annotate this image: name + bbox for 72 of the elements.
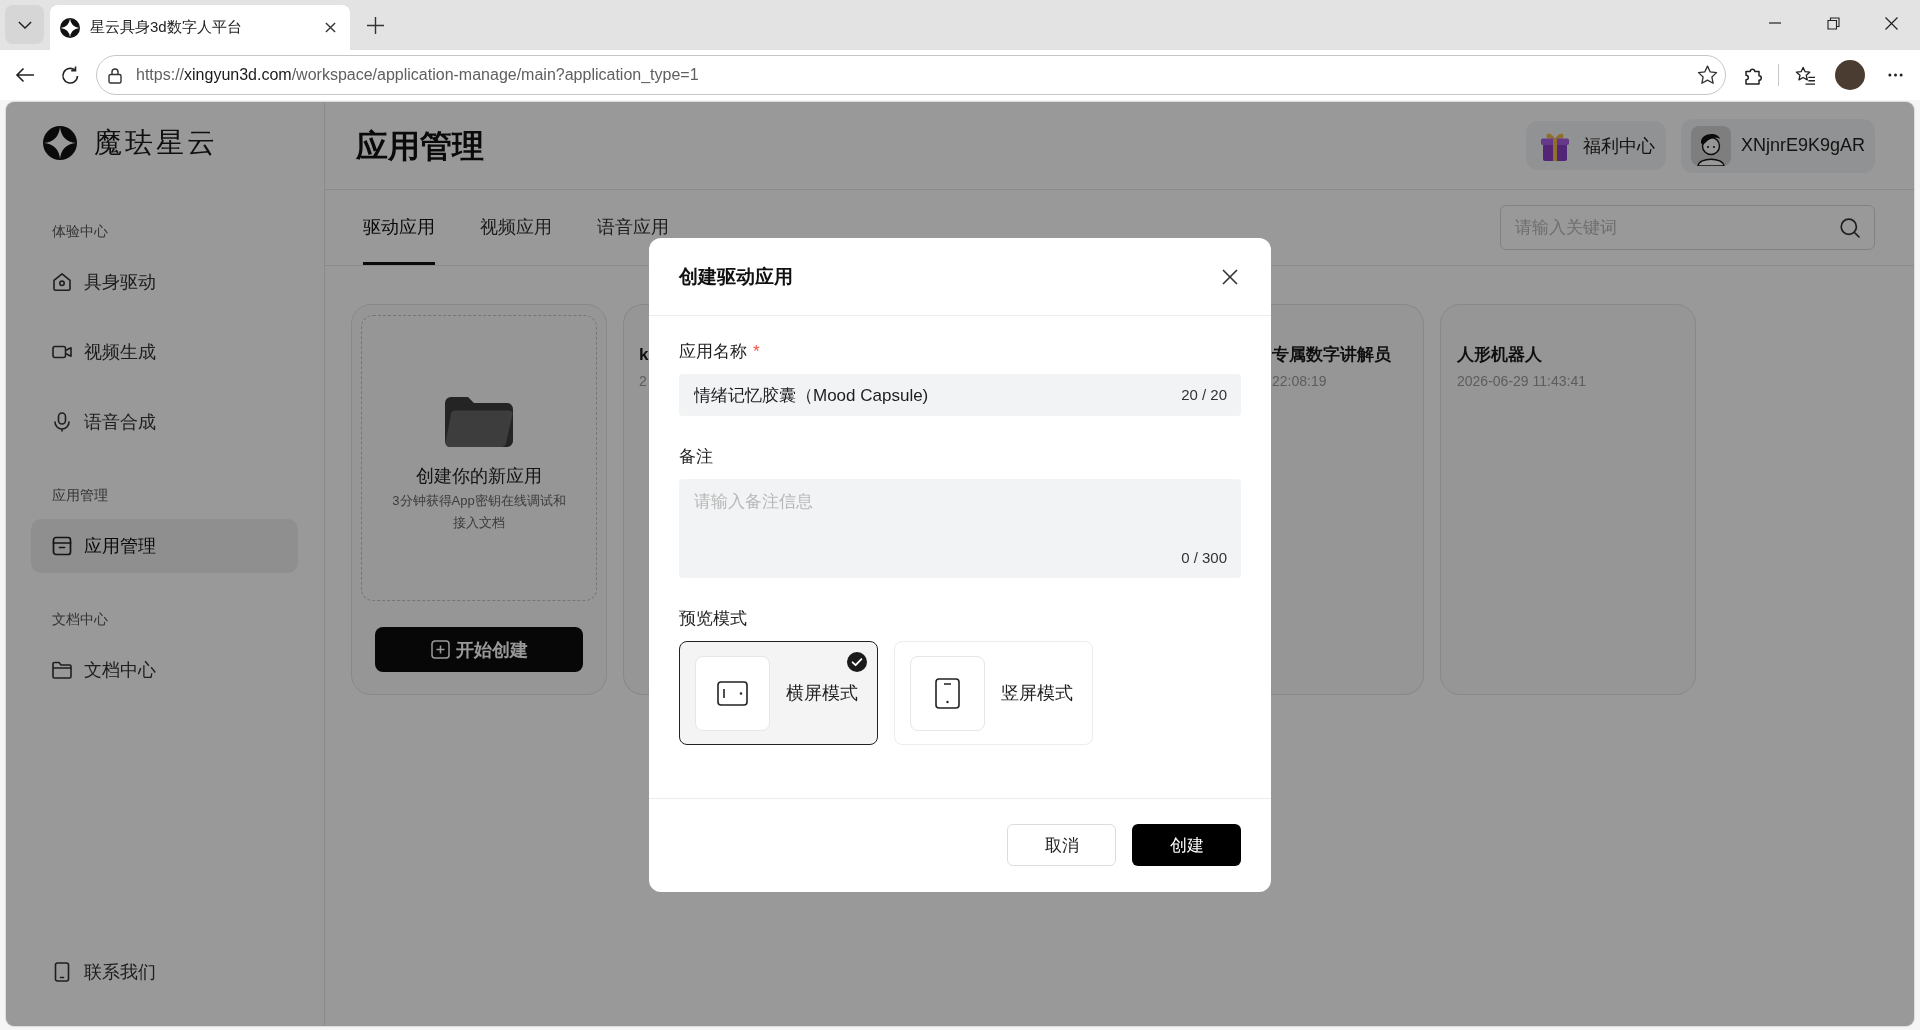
- preview-mode-option[interactable]: 横屏模式: [679, 641, 878, 745]
- profile-avatar[interactable]: [1835, 60, 1865, 90]
- app-card[interactable]: k 2: [623, 304, 649, 695]
- sidebar-item[interactable]: 视频生成: [31, 325, 298, 379]
- new-app-description: 3分钟获得App密钥在线调试和接入文档: [391, 492, 567, 532]
- lock-icon: [108, 66, 122, 84]
- sidebar-item[interactable]: 语音合成: [31, 395, 298, 449]
- section-heading: 应用管理: [51, 486, 109, 505]
- reload-icon[interactable]: [61, 65, 80, 85]
- app-date: 2: [639, 372, 648, 391]
- more-icon[interactable]: [1888, 73, 1903, 77]
- create-button[interactable]: 创建: [1132, 824, 1241, 866]
- field-label: 备注: [679, 446, 713, 468]
- required-mark: *: [753, 341, 760, 363]
- new-app-title: 创建你的新应用: [416, 465, 542, 488]
- field-label: 应用名称: [679, 341, 747, 363]
- microphone-icon: [52, 412, 72, 432]
- folder-icon: [52, 660, 72, 680]
- tab[interactable]: 语音应用: [597, 219, 669, 237]
- puzzle-icon[interactable]: [1744, 65, 1764, 85]
- house-icon: [52, 272, 72, 292]
- field-label: 预览模式: [679, 608, 747, 630]
- logo-icon: [43, 126, 77, 160]
- plus-icon: [430, 640, 450, 659]
- restore-icon[interactable]: [1826, 16, 1840, 30]
- avatar-icon: [1690, 125, 1731, 166]
- favorites-icon[interactable]: [1795, 65, 1816, 85]
- sidebar-item[interactable]: 联系我们: [31, 945, 298, 999]
- start-create-button[interactable]: 开始创建: [375, 627, 583, 672]
- app-title: k: [639, 344, 649, 366]
- box-icon: [52, 536, 72, 556]
- app-date: 22:08:19: [1272, 372, 1328, 391]
- section-heading: 文档中心: [51, 610, 109, 629]
- phone-icon: [52, 962, 72, 982]
- tab[interactable]: 驱动应用: [363, 219, 435, 265]
- section-heading: 体验中心: [51, 222, 109, 241]
- browser-tab[interactable]: 星云具身3d数字人平台: [50, 5, 350, 50]
- new-app-panel[interactable]: 创建你的新应用 3分钟获得App密钥在线调试和接入文档: [361, 315, 597, 601]
- user-menu-button[interactable]: XNjnrE9K9gAR: [1680, 118, 1875, 173]
- app-card[interactable]: 专属数字讲解员 22:08:19: [1271, 304, 1424, 695]
- close-icon[interactable]: [325, 22, 336, 33]
- close-icon[interactable]: [1222, 268, 1238, 285]
- sidebar-item[interactable]: 文档中心: [31, 643, 298, 697]
- check-icon: [847, 652, 867, 672]
- tab-list-button[interactable]: [5, 5, 44, 44]
- tab-title: 星云具身3d数字人平台: [90, 18, 242, 37]
- rewards-button[interactable]: 福利中心: [1525, 121, 1666, 170]
- chevron-down-icon: [17, 20, 32, 29]
- folder-icon: [445, 397, 513, 447]
- app-title: 人形机器人: [1457, 344, 1543, 366]
- logo-icon: [60, 17, 80, 38]
- new-tab-icon[interactable]: [367, 17, 384, 34]
- page-title: 应用管理: [356, 126, 484, 166]
- character-counter: 0 / 300: [1181, 548, 1227, 568]
- character-counter: 20 / 20: [1181, 385, 1227, 405]
- url-text: https://xingyun3d.com/workspace/application-manage/main?application_type=1: [136, 66, 699, 84]
- dialog-title: 创建驱动应用: [679, 264, 793, 289]
- brand-name: 魔珐星云: [94, 126, 218, 160]
- sidebar-item[interactable]: 具身驱动: [31, 255, 298, 309]
- star-icon[interactable]: [1697, 65, 1718, 85]
- back-arrow-icon[interactable]: [15, 67, 35, 83]
- landscape-screen-icon: [695, 655, 770, 731]
- preview-mode-option[interactable]: 竖屏模式: [894, 641, 1093, 745]
- app-date: 2026-06-29 11:43:41: [1457, 372, 1586, 391]
- app-title: 专属数字讲解员: [1272, 344, 1391, 366]
- close-icon[interactable]: [1884, 16, 1898, 30]
- cancel-button[interactable]: 取消: [1007, 824, 1116, 866]
- portrait-phone-icon: [910, 655, 985, 731]
- app-card[interactable]: 人形机器人 2026-06-29 11:43:41: [1440, 304, 1696, 695]
- sidebar-item[interactable]: 应用管理: [31, 519, 298, 573]
- search-icon[interactable]: [1840, 217, 1860, 238]
- tab[interactable]: 视频应用: [480, 219, 552, 237]
